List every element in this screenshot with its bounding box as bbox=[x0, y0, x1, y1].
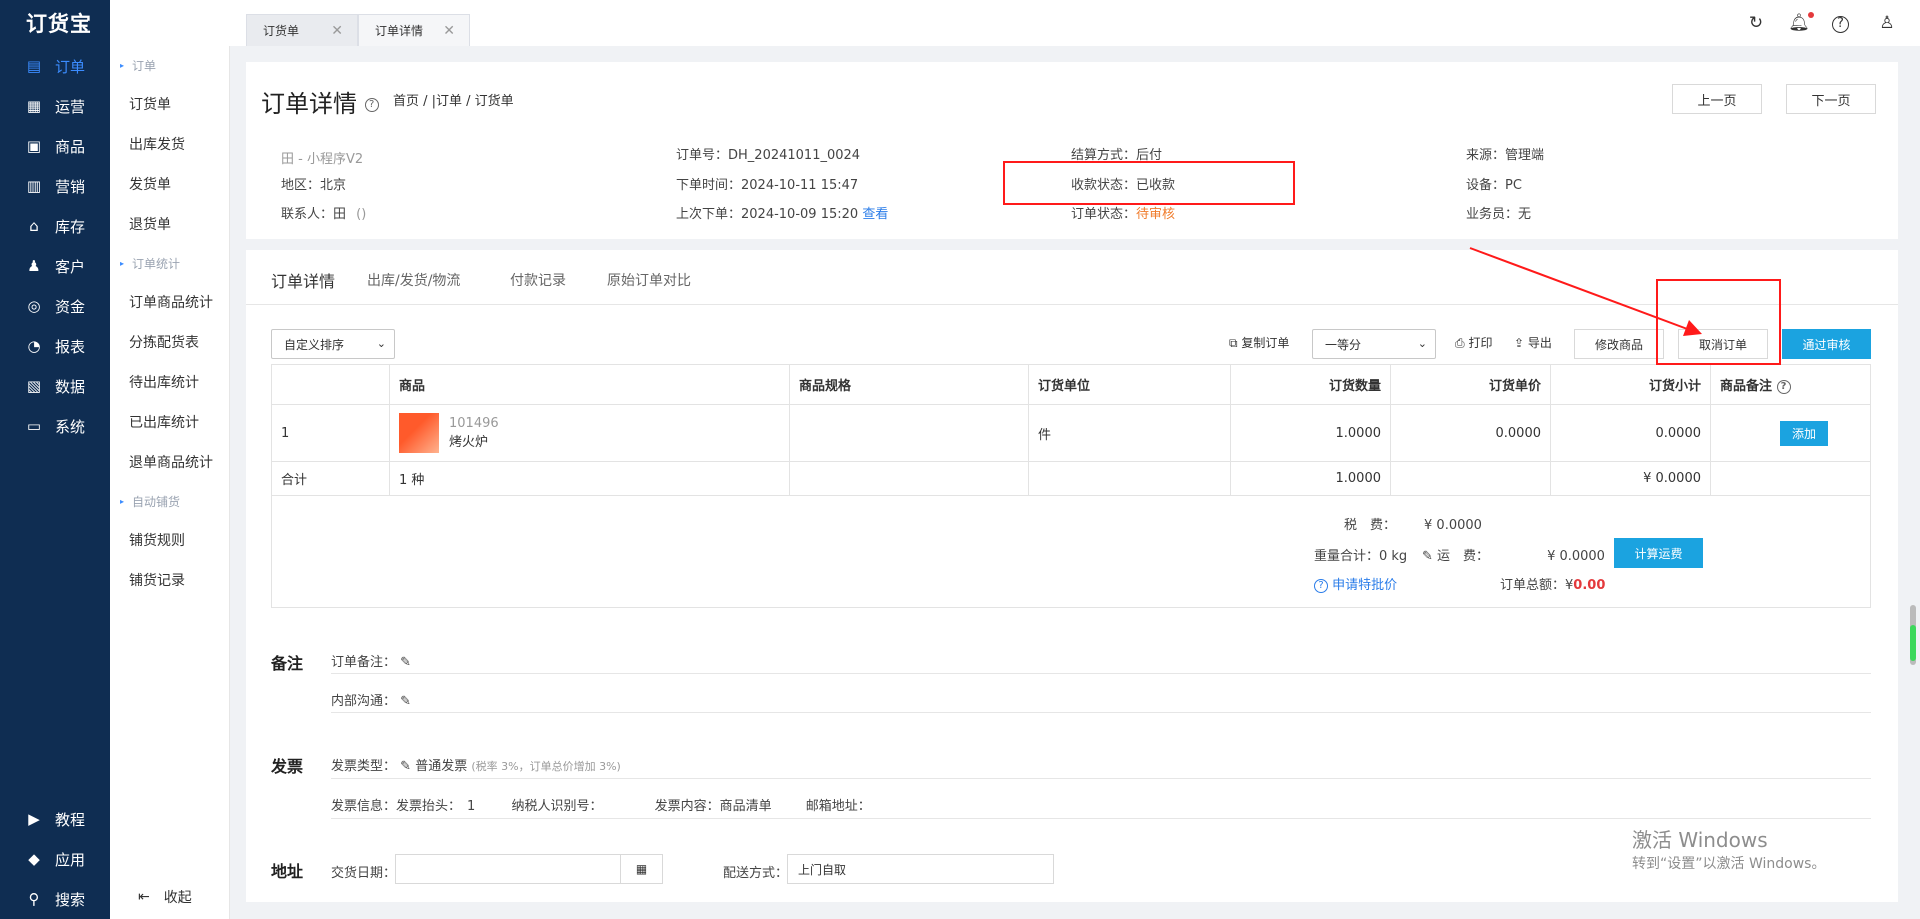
scrollbar-thumb[interactable] bbox=[1910, 625, 1916, 661]
windows-watermark: 激活 Windows 转到“设置”以激活 Windows。 bbox=[1632, 828, 1826, 872]
annotation-arrow bbox=[1469, 247, 1702, 336]
